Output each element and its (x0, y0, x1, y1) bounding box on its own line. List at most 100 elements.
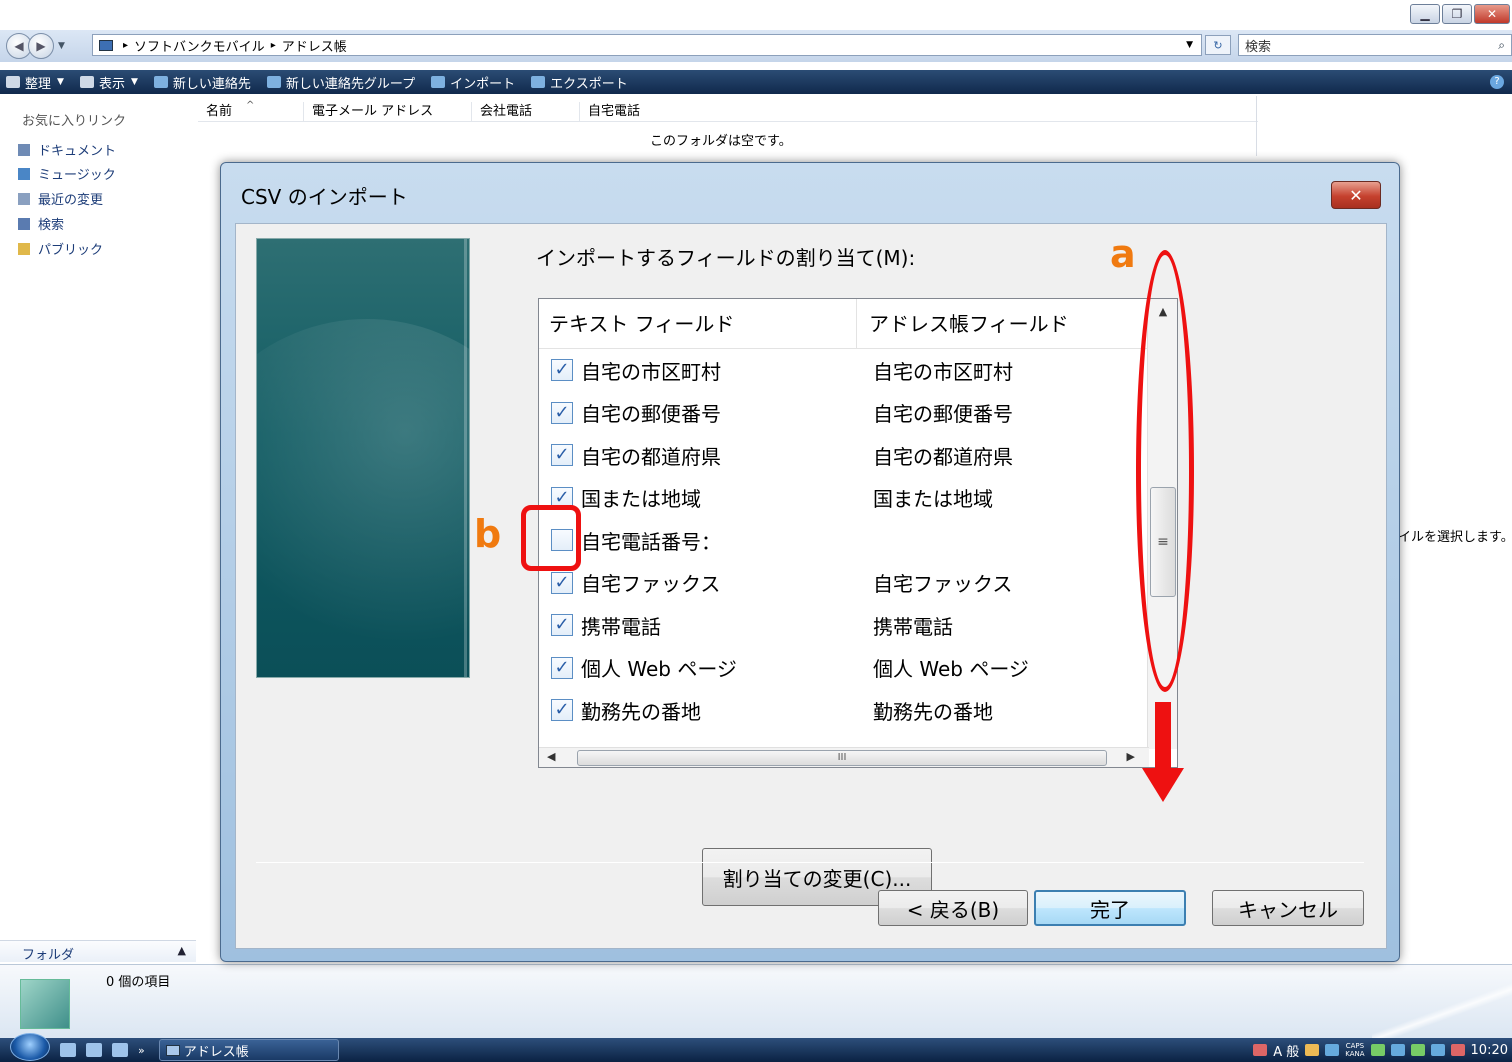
breadcrumb-item[interactable]: アドレス帳 (282, 36, 347, 55)
finish-button[interactable]: 完了 (1034, 890, 1186, 926)
tray-volume-icon[interactable] (1450, 1044, 1465, 1056)
annotation-arrow-down (1155, 702, 1171, 774)
organize-menu[interactable]: 整理 ▼ (6, 73, 64, 92)
search-icon[interactable]: ⌕ (1498, 38, 1505, 53)
sidebar-item-documents[interactable]: ドキュメント (18, 140, 116, 159)
back-button[interactable]: < 戻る(B) (878, 890, 1028, 926)
address-field[interactable]: ▸ ソフトバンクモバイル ▸ アドレス帳 ▼ (92, 34, 1202, 56)
forward-nav-button[interactable]: ▶ (28, 33, 54, 59)
export-button[interactable]: エクスポート (531, 73, 628, 92)
organize-icon (6, 76, 20, 88)
window-controls: ▁ ❐ ✕ (1410, 4, 1510, 24)
sort-ascending-icon: ^ (246, 100, 255, 111)
folder-icon (165, 1044, 180, 1056)
sidebar-item-music[interactable]: ミュージック (18, 164, 116, 183)
close-window-button[interactable]: ✕ (1474, 4, 1510, 24)
minimize-button[interactable]: ▁ (1410, 4, 1440, 24)
search-input[interactable]: 検索 ⌕ (1238, 34, 1512, 56)
mapping-row[interactable]: ✓ 自宅の都道府県 自宅の都道府県 (539, 434, 1147, 477)
taskbar: » アドレス帳 A 般 CAPS KANA 10:20 (0, 1033, 1512, 1062)
contact-icon (153, 76, 168, 88)
searches-icon (18, 217, 30, 230)
mapping-row[interactable]: ✓ 個人 Web ページ 個人 Web ページ (539, 647, 1147, 690)
clock[interactable]: 10:20 (1471, 1043, 1508, 1058)
column-headers: 名前 ^ 電子メール アドレス 会社電話 自宅電話 (198, 100, 1258, 122)
tray-app-icon[interactable] (1305, 1044, 1320, 1056)
recent-pages-dropdown[interactable]: ▼ (58, 41, 65, 51)
mapping-row[interactable]: ✓ 自宅の市区町村 自宅の市区町村 (539, 349, 1147, 392)
empty-folder-message: このフォルダは空です。 (650, 134, 792, 149)
sidebar-item-public[interactable]: パブリック (18, 239, 103, 258)
field-mapping-list[interactable]: テキスト フィールド アドレス帳フィールド ✓ 自宅の市区町村 自宅の市区町村 ✓ 自… (538, 298, 1178, 768)
ime-indicator[interactable]: A 般 (1273, 1041, 1299, 1060)
import-icon (431, 76, 446, 88)
dialog-close-button[interactable]: ✕ (1331, 181, 1381, 209)
public-folder-icon (18, 242, 30, 255)
field-checkbox[interactable]: ✓ (551, 571, 573, 594)
sidebar-item-recent[interactable]: 最近の変更 (18, 189, 103, 208)
annotation-arrow-head (1142, 768, 1184, 802)
import-button[interactable]: インポート (431, 73, 515, 92)
column-header-name[interactable]: 名前 ^ (198, 100, 304, 122)
help-icon[interactable]: ? (1490, 75, 1504, 89)
column-header-work-phone[interactable]: 会社電話 (472, 102, 580, 122)
field-checkbox[interactable]: ✓ (551, 656, 573, 679)
preview-hint-text: イルを選択します。 (1398, 530, 1512, 545)
field-checkbox[interactable]: ✓ (551, 699, 573, 722)
views-menu[interactable]: 表示 ▼ (79, 73, 138, 92)
switch-windows-icon[interactable] (86, 1043, 102, 1057)
favorite-links-heading: お気に入りリンク (22, 114, 127, 129)
refresh-button[interactable]: ↻ (1205, 35, 1231, 55)
horizontal-scroll-thumb[interactable]: III (577, 750, 1107, 766)
field-checkbox[interactable]: ✓ (551, 401, 573, 424)
column-header-email[interactable]: 電子メール アドレス (304, 102, 472, 122)
dialog-title: CSV のインポート (241, 185, 408, 209)
tray-alert-icon[interactable] (1253, 1044, 1268, 1056)
scroll-right-arrow-icon[interactable]: ▶ (1127, 750, 1135, 763)
internet-explorer-icon[interactable] (112, 1043, 128, 1057)
column-header-text-field[interactable]: テキスト フィールド (539, 299, 857, 349)
group-icon (266, 76, 281, 88)
dialog-separator (256, 862, 1364, 863)
breadcrumb-item[interactable]: ソフトバンクモバイル (134, 36, 265, 55)
mapping-row[interactable]: ✓ 勤務先の番地 勤務先の番地 (539, 689, 1147, 732)
field-checkbox[interactable]: ✓ (551, 444, 573, 467)
tray-display-icon[interactable] (1430, 1044, 1445, 1056)
export-icon (531, 76, 546, 88)
pane-divider (1256, 96, 1257, 156)
taskbar-window-button[interactable]: アドレス帳 (158, 1039, 339, 1061)
mapping-row[interactable]: 自宅電話番号： (539, 519, 1147, 562)
cancel-button[interactable]: キャンセル (1212, 890, 1364, 926)
column-header-address-field[interactable]: アドレス帳フィールド (857, 299, 1147, 349)
field-checkbox[interactable]: ✓ (551, 614, 573, 637)
quick-launch-more-icon[interactable]: » (138, 1044, 145, 1057)
new-contact-button[interactable]: 新しい連絡先 (153, 73, 251, 92)
mapping-row[interactable]: ✓ 国または地域 国または地域 (539, 477, 1147, 520)
music-icon (18, 167, 30, 180)
tray-security-icon[interactable] (1410, 1044, 1425, 1056)
chevron-down-icon: ▼ (130, 77, 138, 87)
horizontal-scrollbar[interactable]: ◀ III ▶ (539, 747, 1149, 767)
folders-toggle[interactable]: フォルダ ▲ (0, 940, 196, 963)
sidebar-item-searches[interactable]: 検索 (18, 214, 64, 233)
annotation-label-a: a (1110, 232, 1136, 276)
maximize-button[interactable]: ❐ (1442, 4, 1472, 24)
address-book-icon (20, 979, 70, 1029)
mapping-row[interactable]: ✓ 携帯電話 携帯電話 (539, 604, 1147, 647)
scroll-left-arrow-icon[interactable]: ◀ (547, 750, 555, 763)
tray-sidebar-icon[interactable] (1390, 1044, 1405, 1056)
address-dropdown-icon[interactable]: ▼ (1186, 40, 1193, 50)
field-checkbox[interactable]: ✓ (551, 359, 573, 382)
show-desktop-icon[interactable] (60, 1043, 76, 1057)
column-header-home-phone[interactable]: 自宅電話 (580, 102, 660, 122)
mapping-rows: ✓ 自宅の市区町村 自宅の市区町村 ✓ 自宅の郵便番号 自宅の郵便番号 ✓ 自宅の都道府県… (539, 349, 1147, 732)
start-button[interactable] (10, 1033, 50, 1061)
tray-network-icon[interactable] (1370, 1044, 1385, 1056)
tray-help-icon[interactable] (1325, 1044, 1340, 1056)
new-group-button[interactable]: 新しい連絡先グループ (266, 73, 415, 92)
address-bar-row: ◀ ▶ ▼ ▸ ソフトバンクモバイル ▸ アドレス帳 ▼ ↻ 検索 ⌕ (0, 30, 1512, 62)
mapping-row[interactable]: ✓ 自宅ファックス 自宅ファックス (539, 562, 1147, 605)
annotation-scrollbar-oval (1136, 250, 1194, 692)
csv-import-dialog: CSV のインポート ✕ インポートするフィールドの割り当て(M): テキスト … (220, 162, 1400, 962)
mapping-row[interactable]: ✓ 自宅の郵便番号 自宅の郵便番号 (539, 392, 1147, 435)
